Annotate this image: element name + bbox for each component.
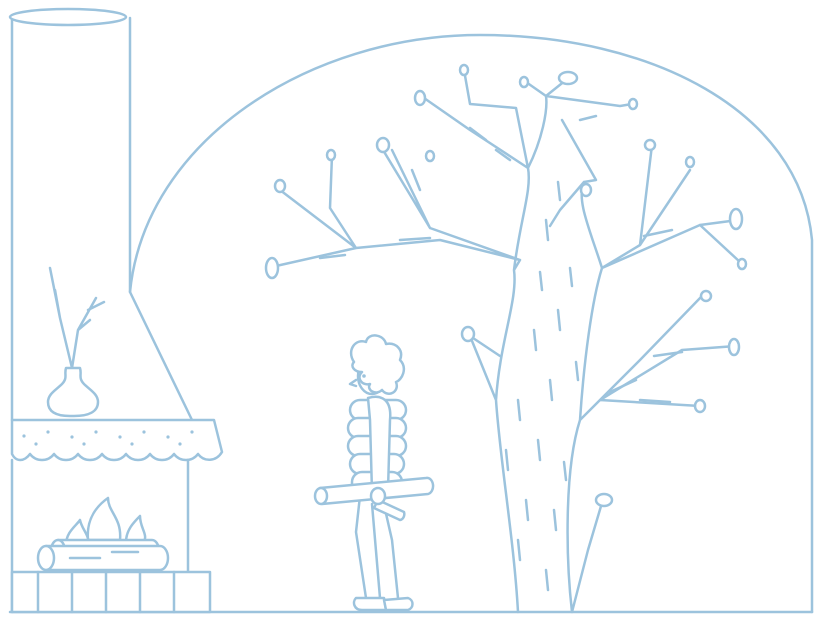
logs xyxy=(36,538,170,572)
arched-window xyxy=(128,33,814,614)
mantel-shelf xyxy=(10,418,224,462)
nose xyxy=(348,378,358,388)
tree-trunk xyxy=(274,68,742,614)
person-carrying-log xyxy=(313,334,435,612)
flames xyxy=(64,496,147,547)
hand xyxy=(369,486,387,506)
bare-tree xyxy=(264,63,748,614)
arm xyxy=(366,395,392,494)
chimney xyxy=(10,16,194,422)
fireplace xyxy=(8,7,224,614)
eye xyxy=(362,374,366,378)
line-illustration xyxy=(8,7,814,614)
brick-hearth xyxy=(10,570,212,614)
vase xyxy=(46,366,100,418)
left-shoe xyxy=(352,596,388,612)
right-shoe xyxy=(382,596,414,612)
vase-with-twigs xyxy=(46,266,106,418)
chimney-top xyxy=(8,7,128,27)
